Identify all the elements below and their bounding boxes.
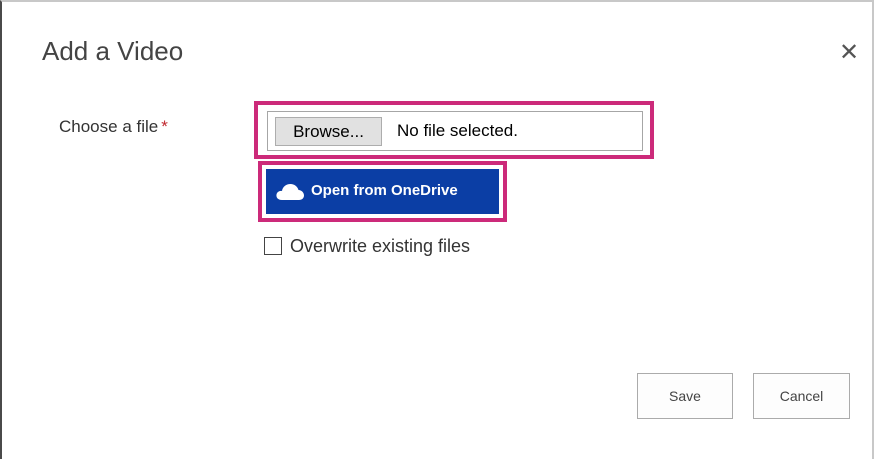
choose-file-label: Choose a file [59, 117, 159, 136]
save-button[interactable]: Save [637, 373, 733, 419]
overwrite-checkbox[interactable] [264, 237, 282, 255]
cancel-button[interactable]: Cancel [753, 373, 850, 419]
cloud-icon [276, 184, 304, 200]
file-input[interactable]: Browse... No file selected. [267, 111, 643, 151]
close-icon[interactable]: ✕ [836, 40, 862, 66]
browse-button[interactable]: Browse... [275, 117, 382, 146]
file-status: No file selected. [397, 121, 518, 140]
add-video-dialog: Add a Video ✕ Choose a file * Browse... N… [0, 0, 874, 459]
onedrive-label: Open from OneDrive [311, 182, 458, 199]
required-marker: * [161, 117, 168, 136]
choose-file-label-row: Choose a file * [59, 117, 168, 137]
open-from-onedrive-button[interactable]: Open from OneDrive [266, 169, 499, 214]
overwrite-label[interactable]: Overwrite existing files [290, 236, 470, 257]
dialog-title: Add a Video [42, 36, 184, 66]
